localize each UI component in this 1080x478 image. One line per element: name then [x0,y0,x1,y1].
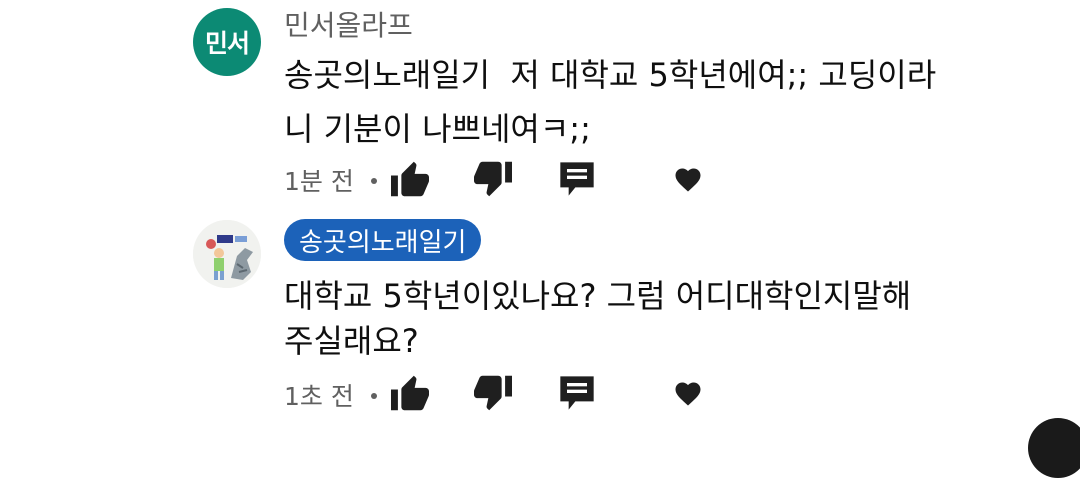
avatar[interactable]: 민서 [193,8,261,76]
dislike-button[interactable] [470,156,516,202]
author-name[interactable]: 민서올라프 [284,4,413,44]
comment-timestamp: 1분 전 [284,167,354,196]
heart-button[interactable] [665,370,711,416]
thumbs-down-icon [474,375,512,411]
heart-button[interactable] [665,156,711,202]
comment-timestamp: 1초 전 [284,382,354,411]
like-button[interactable] [387,370,433,416]
comment-icon [560,376,594,410]
separator-dot [371,393,377,399]
dislike-button[interactable] [470,370,516,416]
avatar-initials: 민서 [204,29,250,58]
comment-icon [560,162,594,196]
thumbs-up-icon [391,375,429,411]
separator-dot [371,178,377,184]
reply-button[interactable] [554,370,600,416]
drawing-avatar-image [193,220,261,288]
floating-action-button[interactable] [1028,418,1080,478]
comment-text-line: 주실래요? [284,322,419,360]
comment-text-line: 송곳의노래일기 저 대학교 5학년에여;; 고딩이라 [284,56,937,94]
reply-button[interactable] [554,156,600,202]
author-name-chip[interactable]: 송곳의노래일기 [284,219,482,261]
like-button[interactable] [387,156,433,202]
avatar[interactable] [193,220,261,288]
heart-icon [675,382,701,406]
comment-text-line: 니 기분이 나쁘네여ㅋ;; [284,110,591,148]
heart-icon [675,168,701,192]
thumbs-down-icon [474,161,512,197]
thumbs-up-icon [391,161,429,197]
